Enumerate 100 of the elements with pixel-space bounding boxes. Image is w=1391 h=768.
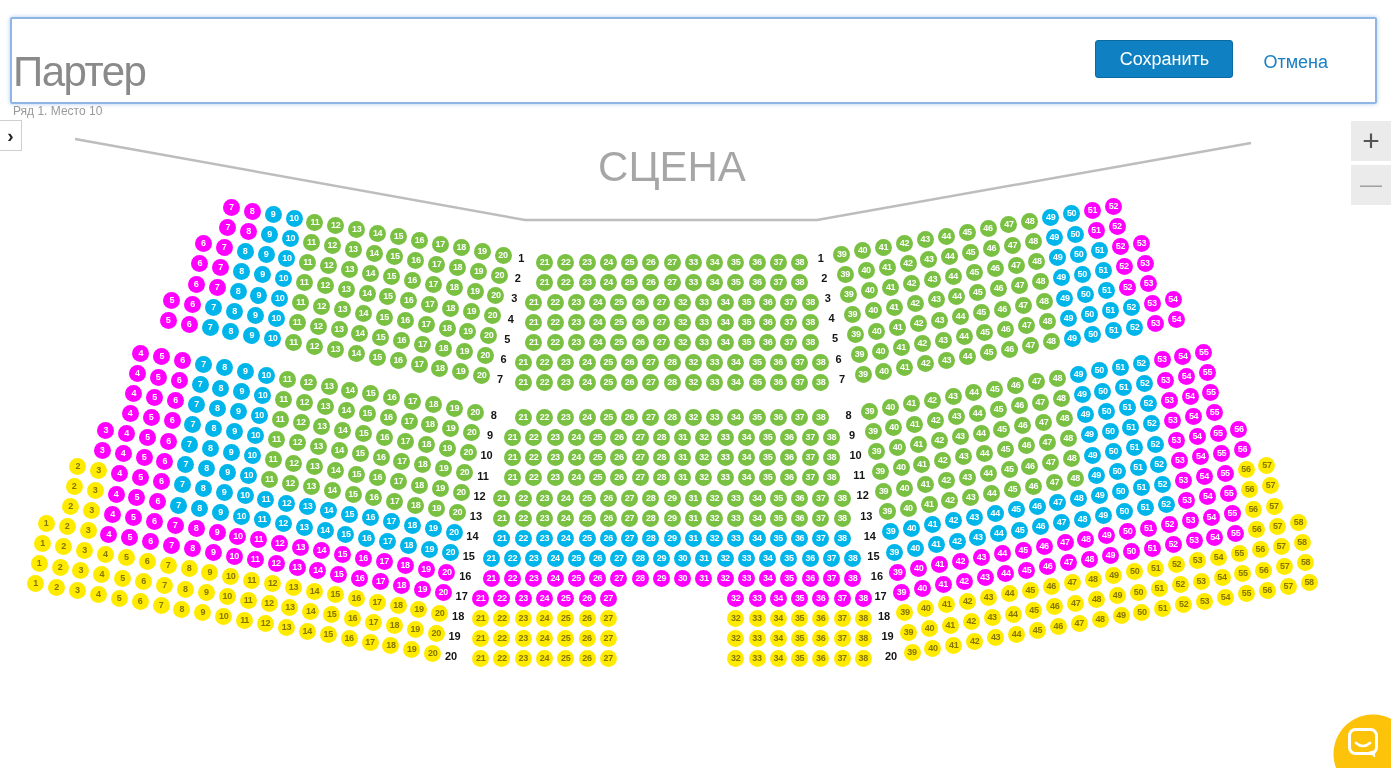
seat[interactable]: 32 (674, 313, 692, 331)
seat[interactable]: 9 (212, 503, 229, 521)
seat[interactable]: 32 (727, 610, 745, 628)
seat[interactable]: 14 (298, 622, 316, 640)
seat[interactable]: 32 (727, 630, 745, 648)
seat[interactable]: 6 (160, 432, 177, 450)
seat[interactable]: 27 (621, 509, 638, 527)
seat[interactable]: 3 (93, 441, 111, 459)
seat[interactable]: 28 (663, 374, 681, 392)
seat[interactable]: 20 (427, 624, 445, 642)
seat[interactable]: 20 (441, 544, 459, 562)
seat[interactable]: 40 (913, 580, 931, 597)
seat[interactable]: 21 (504, 469, 521, 487)
seat[interactable]: 51 (1101, 302, 1119, 320)
seat[interactable]: 38 (833, 529, 851, 547)
seat[interactable]: 35 (748, 409, 766, 427)
seat[interactable]: 23 (578, 273, 596, 291)
seat[interactable]: 41 (885, 298, 903, 316)
seat[interactable]: 14 (323, 482, 341, 499)
seat[interactable]: 9 (197, 584, 215, 602)
seat[interactable]: 42 (923, 391, 941, 409)
seat[interactable]: 41 (916, 475, 934, 493)
seat[interactable]: 8 (222, 323, 240, 341)
seat[interactable]: 21 (504, 449, 521, 467)
seat[interactable]: 36 (759, 313, 777, 331)
seat[interactable]: 19 (445, 399, 463, 417)
seat[interactable]: 8 (173, 600, 191, 618)
seat[interactable]: 45 (1025, 601, 1043, 619)
seat[interactable]: 32 (706, 509, 723, 527)
seat[interactable]: 20 (434, 584, 452, 602)
seat[interactable]: 45 (1021, 581, 1039, 599)
seat[interactable]: 37 (780, 293, 798, 311)
seat[interactable]: 21 (525, 333, 543, 351)
seat[interactable]: 39 (836, 265, 854, 283)
seat[interactable]: 35 (791, 590, 809, 607)
seat[interactable]: 17 (361, 633, 379, 651)
seat[interactable]: 12 (299, 374, 317, 392)
seat[interactable]: 42 (934, 452, 952, 470)
seat[interactable]: 8 (176, 580, 194, 598)
seat[interactable]: 49 (1056, 289, 1074, 307)
seat[interactable]: 25 (610, 313, 628, 331)
seat[interactable]: 14 (351, 325, 369, 342)
seat[interactable]: 38 (854, 590, 872, 607)
seat[interactable]: 42 (917, 355, 935, 373)
seat[interactable]: 15 (358, 405, 376, 423)
seat[interactable]: 19 (428, 500, 446, 518)
seat[interactable]: 10 (236, 487, 254, 505)
seat[interactable]: 44 (972, 424, 990, 442)
seat[interactable]: 26 (599, 509, 617, 527)
seat[interactable]: 48 (1070, 490, 1088, 508)
seat[interactable]: 26 (631, 293, 649, 311)
seat[interactable]: 22 (535, 354, 553, 371)
seat[interactable]: 35 (791, 650, 809, 668)
seat[interactable]: 35 (791, 630, 809, 648)
seat[interactable]: 13 (295, 518, 313, 536)
seat[interactable]: 24 (589, 333, 607, 351)
seat[interactable]: 46 (1046, 598, 1064, 616)
seat[interactable]: 23 (546, 449, 564, 467)
seat[interactable]: 19 (463, 303, 480, 321)
seat[interactable]: 25 (589, 469, 607, 487)
seat[interactable]: 27 (599, 650, 617, 668)
seat[interactable]: 6 (167, 392, 185, 410)
seat[interactable]: 34 (727, 354, 745, 371)
seat[interactable]: 41 (920, 495, 938, 513)
seat[interactable]: 45 (1028, 622, 1046, 639)
seat[interactable]: 34 (759, 549, 777, 567)
seat[interactable]: 21 (472, 610, 490, 628)
seat[interactable]: 51 (1140, 519, 1158, 537)
seat[interactable]: 14 (305, 582, 323, 600)
seat[interactable]: 45 (969, 284, 987, 302)
seat[interactable]: 52 (1153, 475, 1171, 493)
seat[interactable]: 34 (727, 374, 745, 392)
seat[interactable]: 55 (1230, 545, 1248, 563)
seat[interactable]: 49 (1105, 567, 1123, 585)
seat[interactable]: 15 (341, 505, 358, 523)
seat[interactable]: 1 (27, 575, 45, 592)
seat[interactable]: 4 (125, 385, 143, 402)
seat[interactable]: 16 (361, 509, 379, 527)
seat[interactable]: 38 (854, 630, 872, 648)
seat[interactable]: 33 (748, 630, 766, 648)
seat[interactable]: 11 (295, 273, 313, 291)
seat[interactable]: 52 (1108, 218, 1126, 236)
seat[interactable]: 55 (1198, 364, 1216, 382)
seat[interactable]: 27 (610, 549, 628, 567)
seat[interactable]: 52 (1136, 375, 1154, 393)
seat[interactable]: 15 (390, 228, 407, 246)
seat[interactable]: 41 (913, 455, 931, 473)
seat[interactable]: 1 (37, 514, 55, 532)
seat[interactable]: 13 (313, 418, 331, 435)
seat[interactable]: 12 (274, 514, 292, 532)
seat[interactable]: 44 (986, 505, 1004, 522)
seat[interactable]: 52 (1115, 258, 1133, 276)
seat[interactable]: 51 (1118, 398, 1136, 416)
seat[interactable]: 14 (313, 542, 330, 560)
seat[interactable]: 14 (369, 224, 387, 242)
seat[interactable]: 7 (170, 496, 188, 514)
seat[interactable]: 20 (494, 246, 512, 264)
seat[interactable]: 9 (219, 463, 237, 481)
seat[interactable]: 16 (372, 449, 390, 467)
seat[interactable]: 5 (117, 549, 135, 567)
